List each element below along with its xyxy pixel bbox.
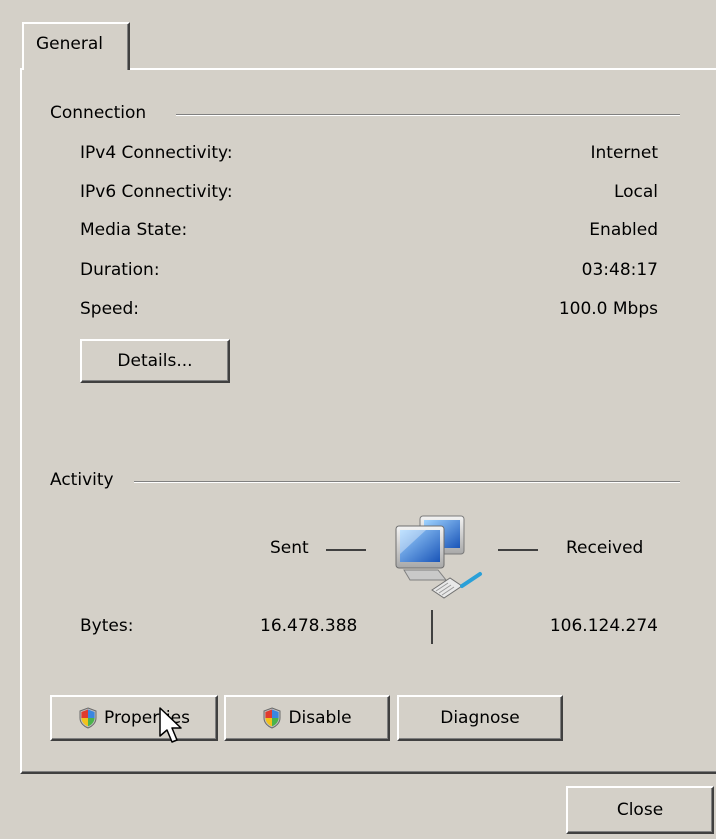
uac-shield-icon xyxy=(262,707,282,729)
speed-value: 100.0 Mbps xyxy=(558,299,658,319)
activity-group-title: Activity xyxy=(50,470,120,490)
speed-label: Speed: xyxy=(80,299,140,319)
bytes-label: Bytes: xyxy=(80,616,134,636)
ipv4-connectivity-value: Internet xyxy=(590,143,658,163)
bytes-separator xyxy=(431,610,433,644)
received-dash xyxy=(498,549,538,551)
bytes-sent-value: 16.478.388 xyxy=(260,616,358,636)
disable-button[interactable]: Disable xyxy=(224,695,390,741)
connection-group-divider xyxy=(176,114,680,116)
disable-button-label: Disable xyxy=(288,708,352,728)
uac-shield-icon xyxy=(78,707,98,729)
details-button-label: Details... xyxy=(117,351,193,371)
duration-value: 03:48:17 xyxy=(581,260,658,280)
received-label: Received xyxy=(566,538,644,558)
bytes-received-value: 106.124.274 xyxy=(549,616,658,636)
diagnose-button-label: Diagnose xyxy=(440,708,520,728)
connection-group-title: Connection xyxy=(50,103,153,123)
diagnose-button[interactable]: Diagnose xyxy=(397,695,563,741)
duration-label: Duration: xyxy=(80,260,160,280)
ipv4-connectivity-label: IPv4 Connectivity: xyxy=(80,143,233,163)
properties-button[interactable]: Properties xyxy=(50,695,218,741)
ipv6-connectivity-value: Local xyxy=(613,182,658,202)
media-state-label: Media State: xyxy=(80,220,188,240)
activity-group-divider xyxy=(134,481,680,483)
tab-general[interactable]: General xyxy=(22,22,130,70)
close-button-label: Close xyxy=(616,800,664,820)
ipv6-connectivity-label: IPv6 Connectivity: xyxy=(80,182,233,202)
sent-dash xyxy=(326,549,366,551)
close-button[interactable]: Close xyxy=(566,786,714,834)
network-status-dialog: General Connection IPv4 Connectivity: In… xyxy=(0,0,716,839)
tab-panel-general xyxy=(20,68,716,774)
network-computers-icon xyxy=(386,512,490,604)
details-button[interactable]: Details... xyxy=(80,339,230,383)
sent-label: Sent xyxy=(270,538,309,558)
media-state-value: Enabled xyxy=(589,220,658,240)
properties-button-label: Properties xyxy=(104,708,190,728)
tab-general-label: General xyxy=(36,34,103,54)
